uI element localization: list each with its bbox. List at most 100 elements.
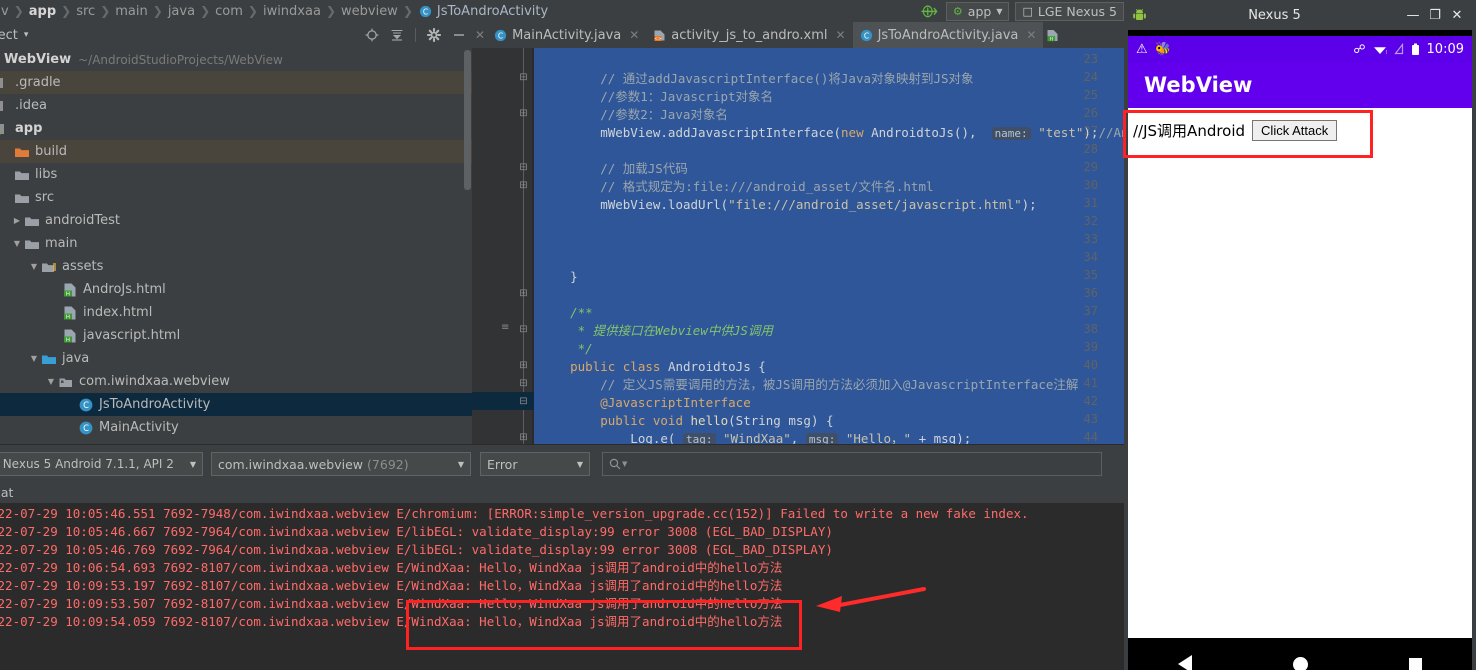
- run-arrow-icon[interactable]: ⟴: [921, 0, 938, 22]
- tree-row-app[interactable]: app: [0, 117, 472, 140]
- chevron-down-icon[interactable]: ▼: [44, 377, 58, 386]
- tree-row-androidTest[interactable]: ▶ androidTest: [0, 209, 472, 232]
- breadcrumb-item-2[interactable]: src: [75, 4, 96, 19]
- breadcrumb-item-5[interactable]: com: [214, 4, 244, 19]
- fold-marker-icon[interactable]: ⊟: [518, 72, 529, 83]
- tree-row-java[interactable]: ▼ java: [0, 347, 472, 370]
- logcat-search-input[interactable]: ▼: [602, 452, 1102, 476]
- code-editor[interactable]: 23 24 25 26 27 28 29 30 31 32 33 34 35 3…: [472, 48, 1124, 444]
- run-config-selector[interactable]: ⚙ app ▼: [945, 1, 1010, 21]
- log-row: 022-07-29 10:06:54.693 7692-8107/com.iwi…: [0, 560, 783, 575]
- breadcrumb-item-4[interactable]: java: [167, 4, 196, 19]
- minimize-button[interactable]: —: [1402, 8, 1424, 23]
- tree-label: javascript.html: [83, 328, 181, 343]
- fold-marker-icon[interactable]: ⊞: [518, 180, 529, 191]
- code-line-method-decl: public void hello(String msg) {: [540, 413, 834, 428]
- maximize-button[interactable]: ❐: [1424, 8, 1446, 23]
- logcat-tab-label-row: cat: [0, 483, 1124, 503]
- back-button[interactable]: [1178, 655, 1193, 670]
- device-selector[interactable]: □ LGE Nexus 5: [1015, 1, 1124, 21]
- tree-row-JsToAndroActivity[interactable]: C JsToAndroActivity: [0, 393, 472, 416]
- chevron-down-icon[interactable]: ▼: [27, 262, 41, 271]
- chevron-down-icon[interactable]: ▼: [10, 239, 24, 248]
- breadcrumb-item-1[interactable]: app: [28, 4, 57, 19]
- tree-row-gradle[interactable]: .gradle: [0, 71, 472, 94]
- tree-row-AndroJs-html[interactable]: H AndroJs.html: [0, 278, 472, 301]
- tree-label: MainActivity: [99, 420, 179, 435]
- tree-label: JsToAndroActivity: [99, 397, 211, 412]
- tree-label: assets: [62, 259, 104, 274]
- tree-row-index-html[interactable]: H index.html: [0, 301, 472, 324]
- android-studio-window: v ❯ app ❯ src ❯ main ❯ java ❯ com ❯ iwin…: [0, 0, 1124, 670]
- emulator-title-bar[interactable]: Nexus 5 — ❐ ✕: [1124, 0, 1476, 30]
- tab-JsToAndroActivity-java[interactable]: C JsToAndroActivity.java ✕: [852, 22, 1044, 48]
- logcat-level-selector[interactable]: Error ▼: [480, 452, 590, 476]
- java-class-icon: C: [860, 29, 872, 41]
- fold-marker-icon[interactable]: ⊞: [518, 432, 529, 443]
- android-nav-bar[interactable]: [1128, 638, 1472, 670]
- tree-row-package[interactable]: ▼ com.iwindxaa.webview: [0, 370, 472, 393]
- fold-marker-icon[interactable]: ⊟: [518, 324, 529, 335]
- code-line: // 格式规定为:file:///android_asset/文件名.html: [540, 178, 933, 196]
- fold-marker-icon[interactable]: ⊟: [518, 396, 529, 407]
- click-attack-button[interactable]: Click Attack: [1252, 120, 1338, 141]
- tree-row-assets[interactable]: ▼ assets: [0, 255, 472, 278]
- tree-row-javascript-html[interactable]: H javascript.html: [0, 324, 472, 347]
- webview-content[interactable]: //JS调用Android Click Attack: [1128, 108, 1472, 638]
- breadcrumb-item-6[interactable]: iwindxaa: [262, 4, 322, 19]
- code-line: }: [540, 268, 578, 286]
- close-icon[interactable]: ✕: [836, 28, 846, 42]
- tree-row-MainActivity[interactable]: C MainActivity: [0, 416, 472, 439]
- line-number: 43: [1083, 412, 1098, 426]
- collapse-all-icon[interactable]: [390, 28, 404, 42]
- tab-MainActivity-java[interactable]: C MainActivity.java ✕: [487, 22, 646, 48]
- chevron-down-icon[interactable]: ▼: [27, 354, 41, 363]
- tree-row-build[interactable]: build: [0, 140, 472, 163]
- breadcrumb-item-0[interactable]: v: [0, 4, 10, 19]
- fold-marker-icon[interactable]: ⊟: [518, 378, 529, 389]
- logcat-output[interactable]: 022-07-29 10:05:46.551 7692-7948/com.iwi…: [0, 503, 1124, 670]
- logcat-tab-label[interactable]: cat: [0, 485, 13, 500]
- tab-overflow-close[interactable]: ✕: [472, 22, 487, 48]
- line-number: 41: [1083, 376, 1098, 390]
- tree-row-libs[interactable]: libs: [0, 163, 472, 186]
- breadcrumb-item-7[interactable]: webview: [340, 4, 399, 19]
- code-text: /**: [540, 305, 593, 320]
- close-icon[interactable]: ✕: [1026, 28, 1036, 42]
- recents-button[interactable]: [1408, 657, 1422, 670]
- log-row: 022-07-29 10:09:53.197 7692-8107/com.iwi…: [0, 578, 783, 593]
- fold-marker-icon[interactable]: ⊟: [518, 162, 529, 173]
- tree-row-root[interactable]: WebView ~/AndroidStudioProjects/WebView: [0, 48, 472, 71]
- breadcrumb-item-8[interactable]: JsToAndroActivity: [436, 4, 549, 19]
- svg-text:×: ×: [1385, 49, 1387, 55]
- folder-icon: [25, 217, 39, 226]
- minimize-icon[interactable]: [452, 28, 466, 42]
- tab-next-partial[interactable]: H: [1043, 22, 1066, 48]
- project-toolwindow-title[interactable]: ject: [0, 28, 18, 43]
- fold-marker-icon[interactable]: ⊞: [518, 360, 529, 371]
- fold-marker-icon[interactable]: ⊞: [518, 108, 529, 119]
- project-tree[interactable]: WebView ~/AndroidStudioProjects/WebView …: [0, 48, 472, 444]
- tree-row-idea[interactable]: .idea: [0, 94, 472, 117]
- fold-marker-icon[interactable]: ⊞: [518, 288, 529, 299]
- tree-row-main[interactable]: ▼ main: [0, 232, 472, 255]
- tab-activity-js-to-andro-xml[interactable]: <> activity_js_to_andro.xml ✕: [646, 22, 852, 48]
- tree-label: app: [15, 121, 43, 136]
- project-scrollbar[interactable]: [464, 50, 471, 190]
- logcat-process-selector[interactable]: com.iwindxaa.webview (7692) ▼: [211, 452, 471, 476]
- locate-icon[interactable]: [365, 28, 379, 42]
- tree-root-path: ~/AndroidStudioProjects/WebView: [78, 52, 283, 67]
- emulator-screen[interactable]: ⚠ 🐝 ☍ × 10:09 WebView //JS调用Android Clic…: [1128, 30, 1472, 670]
- close-button[interactable]: ✕: [1446, 8, 1468, 23]
- logcat-device-selector[interactable]: GE Nexus 5 Android 7.1.1, API 2 ▼: [0, 452, 203, 476]
- line-number: 25: [1083, 88, 1098, 102]
- chevron-right-icon[interactable]: ▶: [10, 216, 24, 225]
- home-button[interactable]: [1292, 656, 1308, 670]
- close-icon[interactable]: ✕: [629, 28, 639, 42]
- breadcrumb-item-3[interactable]: main: [114, 4, 148, 19]
- chevron-down-icon[interactable]: ▾: [24, 30, 29, 40]
- settings-gear-icon[interactable]: [427, 28, 441, 42]
- search-dropdown-caret[interactable]: ▼: [622, 460, 627, 468]
- tree-row-src[interactable]: src: [0, 186, 472, 209]
- javadoc-marker-icon[interactable]: ≡: [501, 322, 509, 333]
